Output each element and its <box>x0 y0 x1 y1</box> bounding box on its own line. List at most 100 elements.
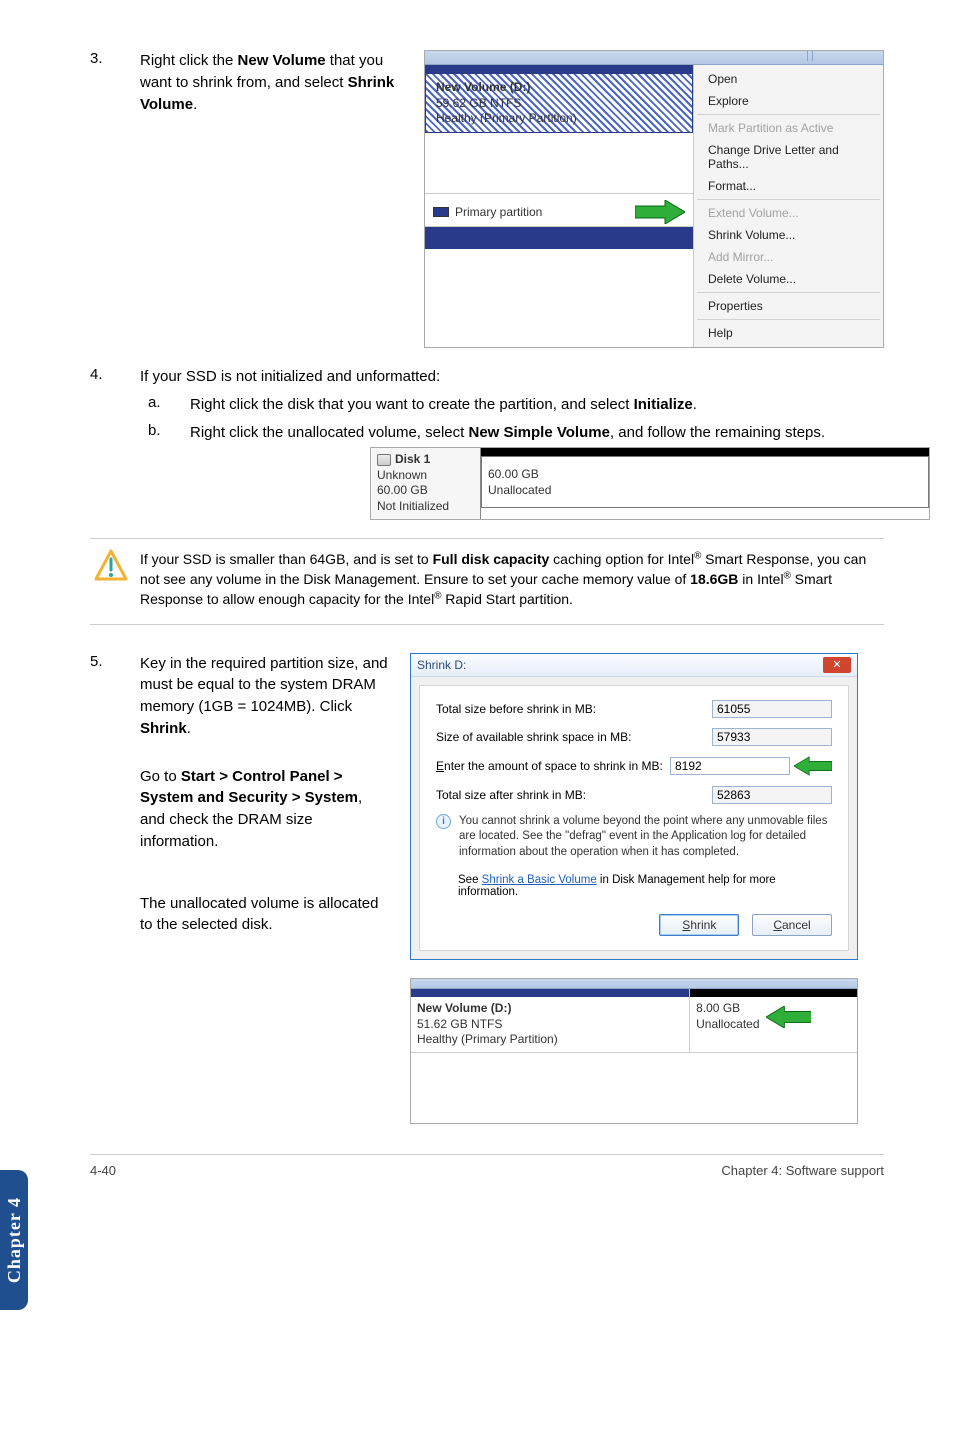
step-4-number: 4. <box>90 366 120 388</box>
unallocated-strip <box>481 448 929 456</box>
field-enter-amount: EEnter the amount of space to shrink in … <box>436 756 832 776</box>
value-total-before: 61055 <box>712 700 832 718</box>
page-footer: 4-40 Chapter 4: Software support <box>90 1154 884 1178</box>
info-text: You cannot shrink a volume beyond the po… <box>459 814 832 861</box>
disk-info-left: Disk 1 Unknown 60.00 GB Not Initialized <box>371 448 481 518</box>
help-link[interactable]: Shrink a Basic Volume <box>482 874 597 886</box>
unallocated-block: 60.00 GB Unallocated <box>481 456 929 508</box>
note-text: If your SSD is smaller than 64GB, and is… <box>140 549 880 610</box>
step-4a-row: a. Right click the disk that you want to… <box>140 394 884 416</box>
menu-open[interactable]: Open <box>694 68 883 90</box>
window-titlebar <box>411 979 857 989</box>
t: . <box>193 96 197 113</box>
disk-status: Not Initialized <box>377 499 474 515</box>
menu-explore[interactable]: Explore <box>694 90 883 112</box>
volume-status: Healthy (Primary Partition) <box>417 1032 683 1048</box>
dialog-title-text: Shrink D: <box>417 658 466 672</box>
step-4b-number: b. <box>140 422 170 444</box>
close-icon[interactable]: ✕ <box>823 657 851 673</box>
menu-properties[interactable]: Properties <box>694 295 883 317</box>
field-available: Size of available shrink space in MB: 57… <box>436 728 832 746</box>
unalloc-status: Unallocated <box>696 1017 759 1033</box>
chapter-label: Chapter 4: Software support <box>721 1163 884 1178</box>
t: Right click the unallocated volume, sele… <box>190 424 468 441</box>
step-3-row: 3. Right click the New Volume that you w… <box>90 50 884 348</box>
t: ® <box>784 570 791 581</box>
step-5-number: 5. <box>90 653 120 1124</box>
legend: Primary partition <box>425 193 693 227</box>
menu-add-mirror: Add Mirror... <box>694 246 883 268</box>
t: New Volume <box>238 52 326 69</box>
volume-title: New Volume (D:) <box>436 80 682 96</box>
t: , and follow the remaining steps. <box>610 424 825 441</box>
t: New Simple Volume <box>468 424 609 441</box>
t: Go to <box>140 768 181 785</box>
menu-shrink-volume[interactable]: Shrink Volume... <box>694 224 883 246</box>
step-3-text: Right click the New Volume that you want… <box>140 50 404 348</box>
menu-mark-active: Mark Partition as Active <box>694 117 883 139</box>
field-total-after: Total size after shrink in MB: 52863 <box>436 786 832 804</box>
info-icon: i <box>436 814 451 829</box>
step-5-unalloc-text: The unallocated volume is allocated to t… <box>140 893 390 937</box>
step-5-textcol: Key in the required partition size, and … <box>140 653 390 1124</box>
value-available: 57933 <box>712 728 832 746</box>
t: Key in the required partition size, and … <box>140 655 388 716</box>
bottom-strip <box>425 227 693 249</box>
menu-help[interactable]: Help <box>694 322 883 344</box>
volume-size: 59.62 GB NTFS <box>436 96 682 112</box>
menu-extend-volume: Extend Volume... <box>694 202 883 224</box>
disk1-uninitialized-screenshot: Disk 1 Unknown 60.00 GB Not Initialized … <box>370 447 930 519</box>
step-3-number: 3. <box>90 50 120 348</box>
callout-arrow-icon <box>794 756 832 776</box>
step-5-goto: Go to Start > Control Panel > System and… <box>140 766 390 853</box>
t: Shrink <box>140 720 187 737</box>
step-5-text: Key in the required partition size, and … <box>140 653 390 740</box>
input-shrink-amount[interactable]: 8192 <box>670 757 790 775</box>
chapter-side-tab: Chapter 4 <box>0 1170 28 1310</box>
t: Full disk capacity <box>433 551 550 567</box>
unalloc-size: 8.00 GB <box>696 1001 759 1017</box>
volume-status: Healthy (Primary Partition) <box>436 111 682 127</box>
field-total-before: Total size before shrink in MB: 61055 <box>436 700 832 718</box>
menu-change-letter[interactable]: Change Drive Letter and Paths... <box>694 139 883 175</box>
unalloc-size: 60.00 GB <box>488 467 922 483</box>
volume-strip <box>425 65 693 73</box>
step-4a-number: a. <box>140 394 170 416</box>
context-menu: Open Explore Mark Partition as Active Ch… <box>693 65 883 347</box>
cancel-button[interactable]: Cancel <box>752 914 832 936</box>
unallocated-block: 8.00 GB Unallocated <box>690 997 857 1036</box>
disk-label: Disk 1 <box>395 452 430 468</box>
label: Total size before shrink in MB: <box>436 702 596 716</box>
t: in Intel <box>738 571 783 587</box>
dialog-titlebar: Shrink D: ✕ <box>411 654 857 677</box>
value-total-after: 52863 <box>712 786 832 804</box>
t: If your SSD is smaller than 64GB, and is… <box>140 551 433 567</box>
menu-delete-volume[interactable]: Delete Volume... <box>694 268 883 290</box>
caution-icon <box>94 549 128 583</box>
step-4b-text: Right click the unallocated volume, sele… <box>190 422 884 444</box>
unalloc-status: Unallocated <box>488 483 922 499</box>
label: Total size after shrink in MB: <box>436 788 586 802</box>
caution-note: If your SSD is smaller than 64GB, and is… <box>90 538 884 625</box>
legend-label: Primary partition <box>455 205 542 219</box>
step-4-text: If your SSD is not initialized and unfor… <box>140 366 884 388</box>
t: Initialize <box>634 396 693 413</box>
menu-format[interactable]: Format... <box>694 175 883 197</box>
page-number: 4-40 <box>90 1163 116 1178</box>
step-4b-row: b. Right click the unallocated volume, s… <box>140 422 884 444</box>
t: 18.6GB <box>690 571 738 587</box>
step-5-row: 5. Key in the required partition size, a… <box>90 653 884 1124</box>
disk-size: 60.00 GB <box>377 483 474 499</box>
volume-title: New Volume (D:) <box>417 1001 683 1017</box>
unallocated-strip <box>690 989 857 997</box>
volume-block: New Volume (D:) 51.62 GB NTFS Healthy (P… <box>411 997 689 1052</box>
t: Rapid Start partition. <box>441 591 573 607</box>
t: Right click the <box>140 52 238 69</box>
shrink-button[interactable]: Shrink <box>659 914 739 936</box>
volume-strip <box>411 989 689 997</box>
info-link-line: See Shrink a Basic Volume in Disk Manage… <box>458 874 832 898</box>
window-titlebar <box>425 51 883 65</box>
label: Size of available shrink space in MB: <box>436 730 631 744</box>
selected-volume-block: New Volume (D:) 59.62 GB NTFS Healthy (P… <box>425 73 693 133</box>
disk-icon <box>377 454 391 466</box>
